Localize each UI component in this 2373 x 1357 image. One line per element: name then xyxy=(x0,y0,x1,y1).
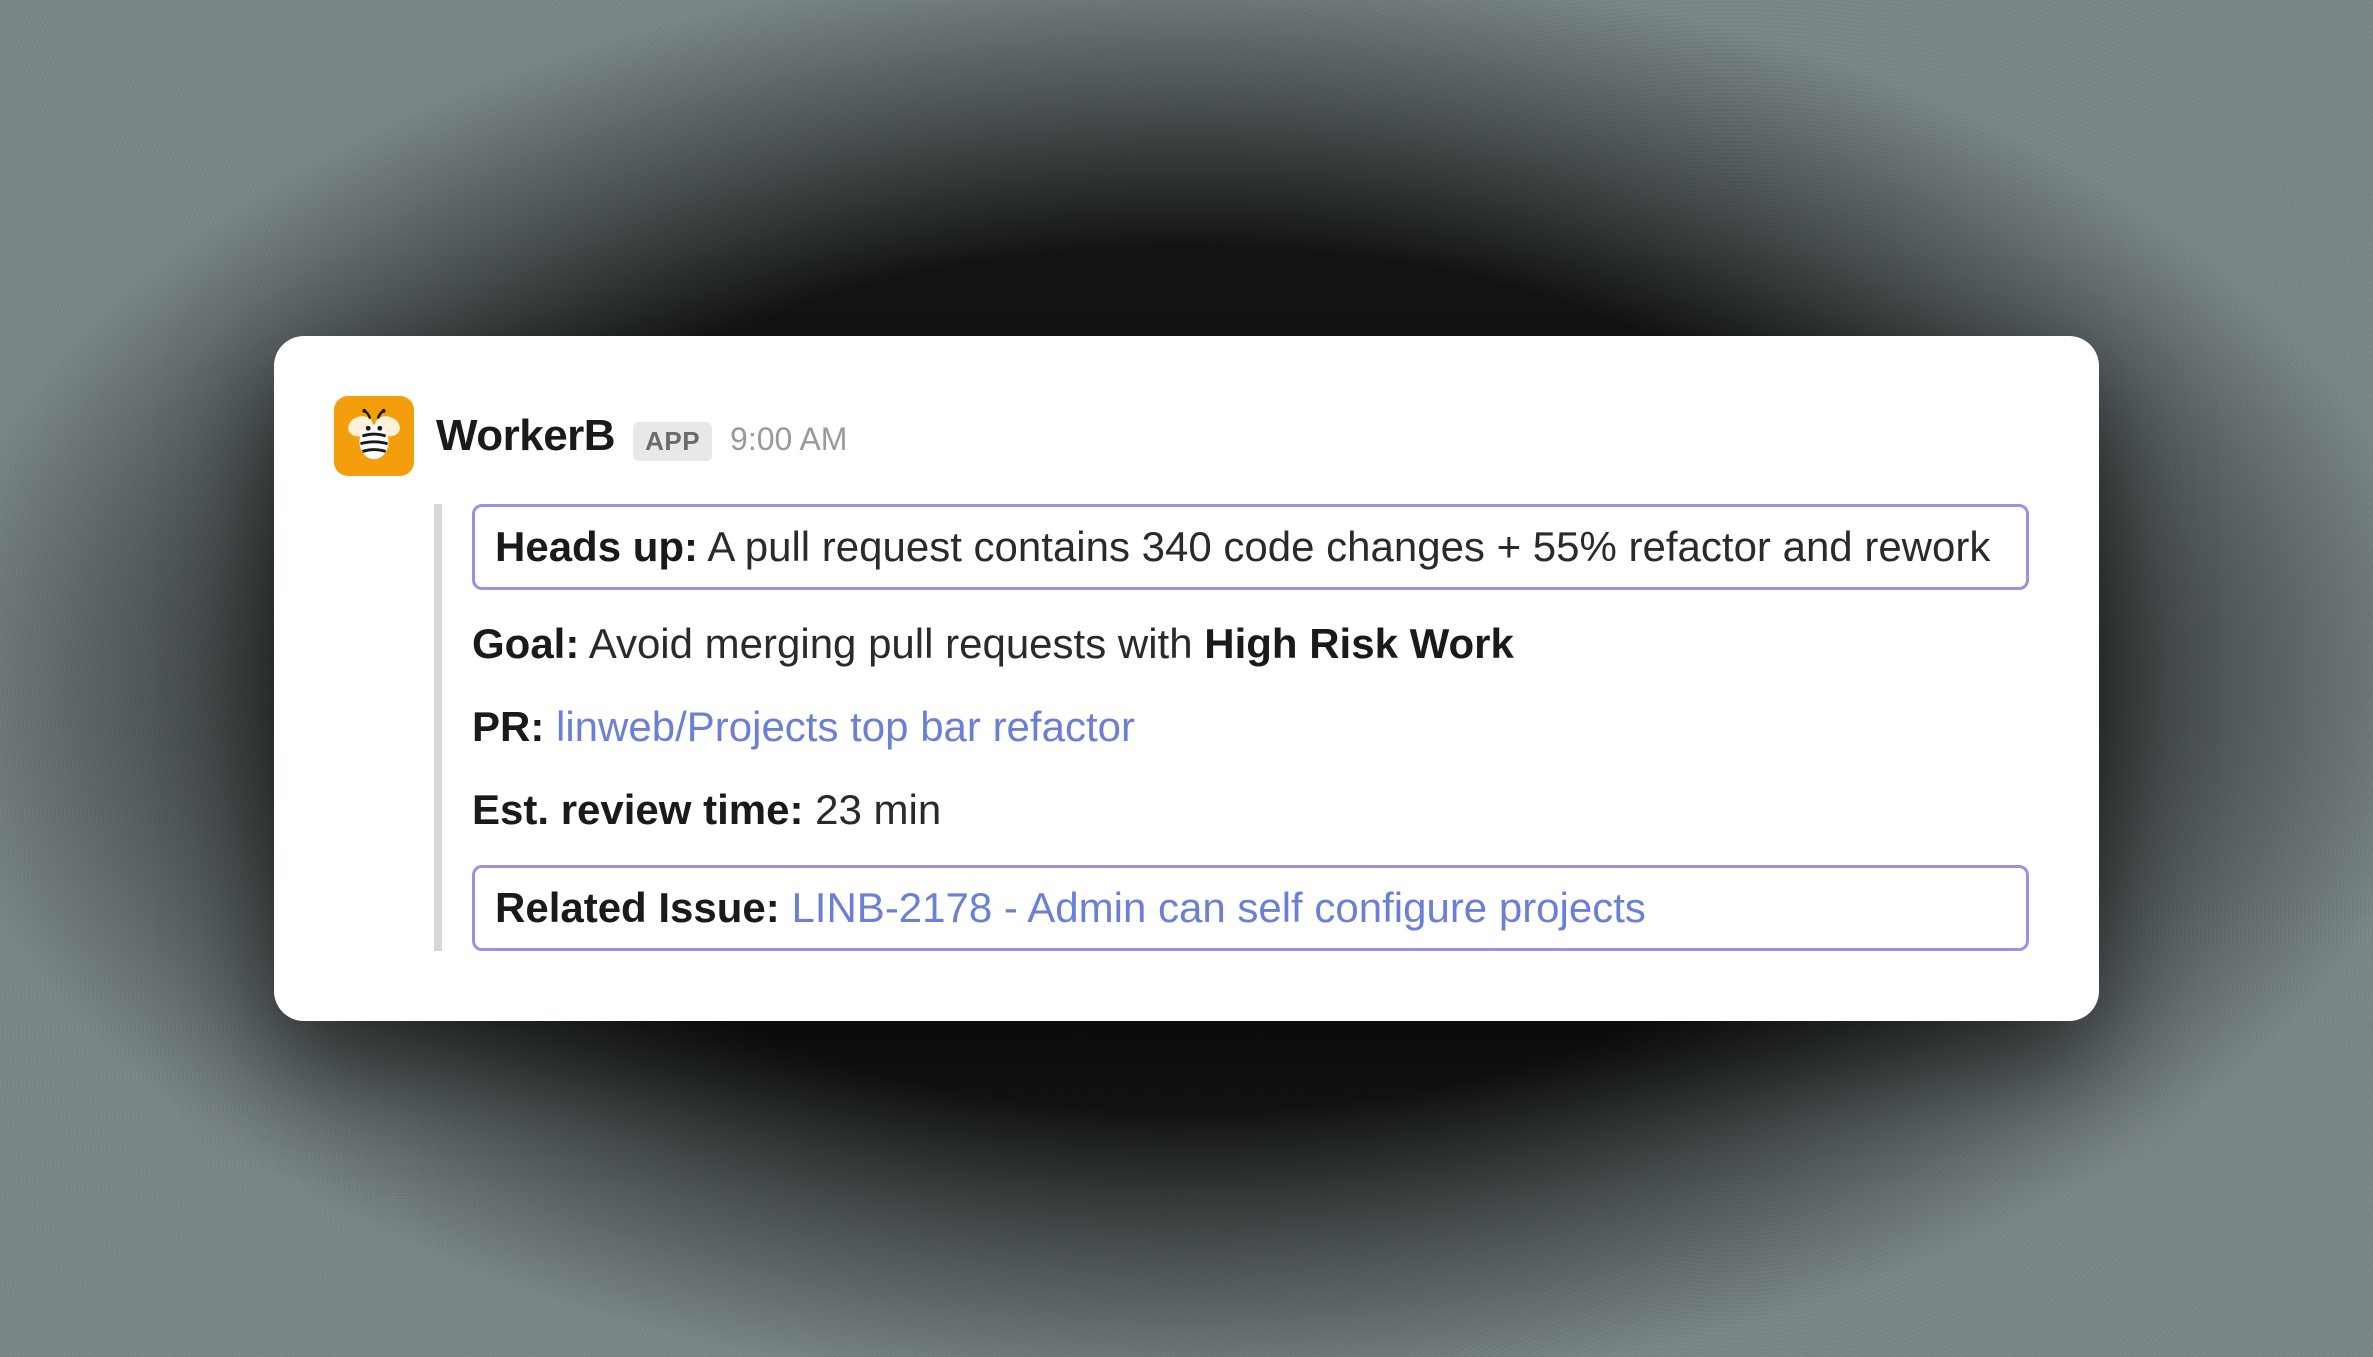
goal-line: Goal: Avoid merging pull requests with H… xyxy=(472,616,2029,673)
slack-message-card: WorkerB APP 9:00 AM Heads up: A pull req… xyxy=(274,336,2099,1021)
related-issue-line: Related Issue: LINB-2178 - Admin can sel… xyxy=(472,865,2029,952)
message-timestamp[interactable]: 9:00 AM xyxy=(730,421,847,458)
goal-text: Avoid merging pull requests with xyxy=(579,620,1204,667)
pr-link[interactable]: linweb/Projects top bar refactor xyxy=(556,703,1135,750)
heads-up-line: Heads up: A pull request contains 340 co… xyxy=(472,504,2029,591)
related-issue-label: Related Issue: xyxy=(495,884,780,931)
app-name[interactable]: WorkerB xyxy=(436,411,615,461)
pr-line: PR: linweb/Projects top bar refactor xyxy=(472,699,2029,756)
header-text-group: WorkerB APP 9:00 AM xyxy=(436,411,847,461)
bee-icon xyxy=(343,405,405,467)
review-time-value: 23 min xyxy=(803,786,941,833)
message-header: WorkerB APP 9:00 AM xyxy=(334,396,2029,476)
heads-up-label: Heads up: xyxy=(495,523,698,570)
related-issue-link[interactable]: LINB-2178 - Admin can self configure pro… xyxy=(791,884,1645,931)
review-time-line: Est. review time: 23 min xyxy=(472,782,2029,839)
pr-label: PR: xyxy=(472,703,544,750)
review-time-label: Est. review time: xyxy=(472,786,803,833)
goal-emphasis: High Risk Work xyxy=(1204,620,1514,667)
app-avatar[interactable] xyxy=(334,396,414,476)
message-body: Heads up: A pull request contains 340 co… xyxy=(434,504,2029,951)
heads-up-text: A pull request contains 340 code changes… xyxy=(698,523,1990,570)
app-badge: APP xyxy=(633,422,712,461)
goal-label: Goal: xyxy=(472,620,579,667)
